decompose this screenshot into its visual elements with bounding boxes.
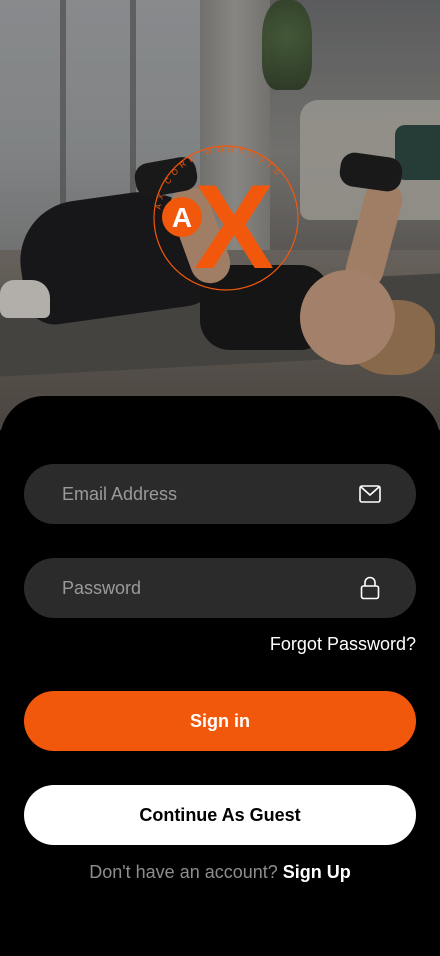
- lock-icon: [358, 576, 382, 600]
- email-field-container: [24, 464, 416, 524]
- brand-logo: AX CORE WORKOUTS X A: [153, 145, 299, 294]
- hero-image: AX CORE WORKOUTS X A: [0, 0, 440, 430]
- logo-letter-a: A: [172, 202, 192, 233]
- signup-prompt: Don't have an account? Sign Up: [0, 862, 440, 883]
- mail-icon: [358, 482, 382, 506]
- logo-letter-x: X: [194, 160, 274, 294]
- sign-up-link[interactable]: Sign Up: [283, 862, 351, 882]
- no-account-text: Don't have an account?: [89, 862, 278, 882]
- password-field-container: [24, 558, 416, 618]
- password-input[interactable]: [24, 558, 358, 618]
- sign-in-button[interactable]: Sign in: [24, 691, 416, 751]
- email-input[interactable]: [24, 464, 358, 524]
- continue-as-guest-button[interactable]: Continue As Guest: [24, 785, 416, 845]
- forgot-password-link[interactable]: Forgot Password?: [270, 634, 416, 655]
